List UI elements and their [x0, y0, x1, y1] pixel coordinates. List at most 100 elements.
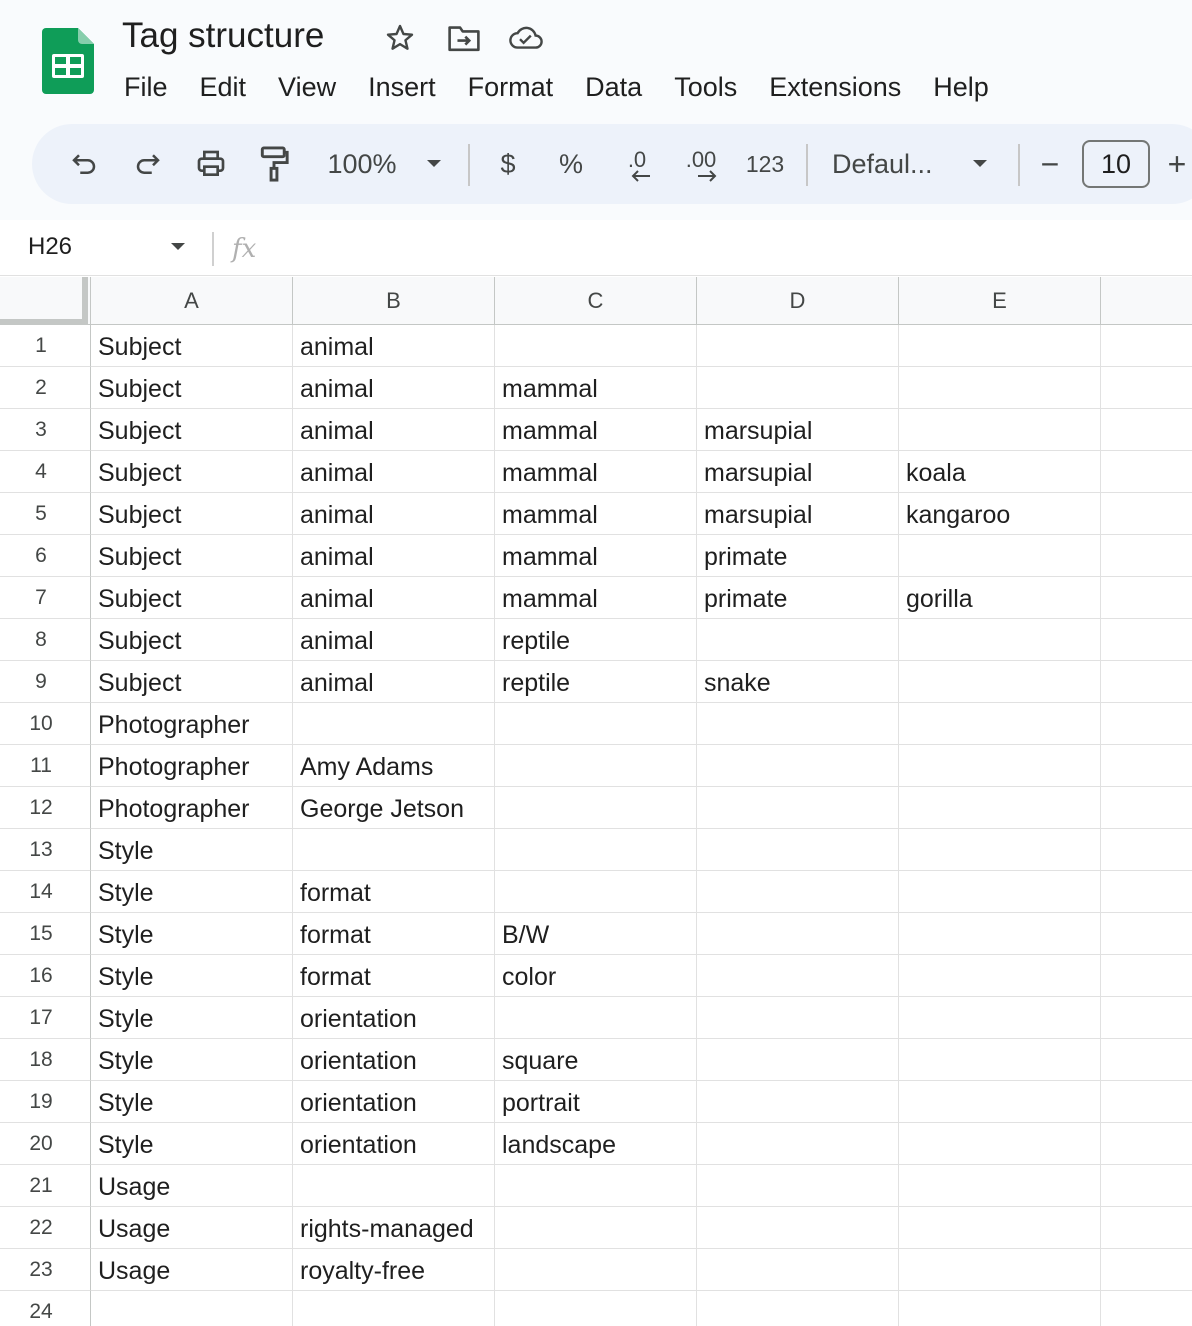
cell[interactable]	[1101, 493, 1192, 535]
cell[interactable]: Subject	[91, 577, 293, 619]
row-header[interactable]: 6	[0, 535, 91, 577]
cell[interactable]	[1101, 955, 1192, 997]
cell[interactable]	[293, 1165, 495, 1207]
cell[interactable]: snake	[697, 661, 899, 703]
row-header[interactable]: 22	[0, 1207, 91, 1249]
cell[interactable]	[899, 661, 1101, 703]
cell[interactable]	[697, 1039, 899, 1081]
row-header[interactable]: 17	[0, 997, 91, 1039]
cell[interactable]	[899, 535, 1101, 577]
cell[interactable]	[697, 829, 899, 871]
cell[interactable]: Style	[91, 1123, 293, 1165]
cell[interactable]	[1101, 1165, 1192, 1207]
cell[interactable]	[697, 1249, 899, 1291]
cell[interactable]	[1101, 829, 1192, 871]
cell[interactable]	[899, 955, 1101, 997]
cell[interactable]: Photographer	[91, 745, 293, 787]
cell[interactable]: Style	[91, 829, 293, 871]
select-all-corner[interactable]	[0, 277, 91, 325]
cell[interactable]	[697, 367, 899, 409]
cell[interactable]	[899, 829, 1101, 871]
move-to-folder-icon[interactable]	[446, 20, 482, 56]
column-header-b[interactable]: B	[293, 277, 495, 325]
cell[interactable]: reptile	[495, 619, 697, 661]
star-icon[interactable]	[382, 20, 418, 56]
cell[interactable]: gorilla	[899, 577, 1101, 619]
cell[interactable]	[697, 787, 899, 829]
row-header[interactable]: 14	[0, 871, 91, 913]
cell[interactable]: koala	[899, 451, 1101, 493]
cell[interactable]	[697, 745, 899, 787]
cell[interactable]: format	[293, 913, 495, 955]
row-header[interactable]: 18	[0, 1039, 91, 1081]
number-format-button[interactable]: 123	[742, 124, 788, 204]
row-header[interactable]: 2	[0, 367, 91, 409]
font-dropdown-icon[interactable]	[966, 124, 994, 204]
cell[interactable]	[697, 1165, 899, 1207]
cell[interactable]	[495, 1291, 697, 1326]
menu-format[interactable]: Format	[452, 66, 570, 108]
cell[interactable]: kangaroo	[899, 493, 1101, 535]
cell[interactable]: marsupial	[697, 409, 899, 451]
row-header[interactable]: 8	[0, 619, 91, 661]
cell[interactable]	[1101, 535, 1192, 577]
column-header-f[interactable]	[1101, 277, 1192, 325]
cell[interactable]: Style	[91, 955, 293, 997]
column-header-c[interactable]: C	[495, 277, 697, 325]
cell[interactable]: animal	[293, 535, 495, 577]
column-header-d[interactable]: D	[697, 277, 899, 325]
cell[interactable]	[1101, 787, 1192, 829]
cell[interactable]: color	[495, 955, 697, 997]
cell[interactable]: animal	[293, 493, 495, 535]
cell[interactable]	[697, 325, 899, 367]
cell[interactable]: Style	[91, 1081, 293, 1123]
cell[interactable]	[495, 1165, 697, 1207]
row-header[interactable]: 10	[0, 703, 91, 745]
cell[interactable]: royalty-free	[293, 1249, 495, 1291]
cell[interactable]	[697, 703, 899, 745]
document-title[interactable]: Tag structure	[122, 14, 324, 58]
cell[interactable]	[1101, 325, 1192, 367]
cell[interactable]	[1101, 577, 1192, 619]
cell[interactable]: Usage	[91, 1165, 293, 1207]
increase-decimal-button[interactable]: .00	[678, 124, 724, 204]
cell[interactable]	[91, 1291, 293, 1326]
cell[interactable]	[495, 997, 697, 1039]
row-header[interactable]: 24	[0, 1291, 91, 1326]
cell[interactable]	[697, 997, 899, 1039]
menu-data[interactable]: Data	[569, 66, 658, 108]
cell[interactable]: Subject	[91, 451, 293, 493]
cell[interactable]: orientation	[293, 1123, 495, 1165]
cell[interactable]: Subject	[91, 409, 293, 451]
cell[interactable]: orientation	[293, 1081, 495, 1123]
cell[interactable]: Usage	[91, 1207, 293, 1249]
menu-tools[interactable]: Tools	[658, 66, 753, 108]
cell[interactable]: animal	[293, 661, 495, 703]
cell[interactable]	[495, 1207, 697, 1249]
cell[interactable]: rights-managed	[293, 1207, 495, 1249]
cell[interactable]	[1101, 1081, 1192, 1123]
cell[interactable]: mammal	[495, 409, 697, 451]
cell[interactable]: marsupial	[697, 451, 899, 493]
cell[interactable]	[1101, 1291, 1192, 1326]
menu-view[interactable]: View	[262, 66, 352, 108]
cell[interactable]	[1101, 997, 1192, 1039]
row-header[interactable]: 15	[0, 913, 91, 955]
cell[interactable]	[697, 955, 899, 997]
undo-icon[interactable]	[62, 124, 106, 204]
cell[interactable]: landscape	[495, 1123, 697, 1165]
row-header[interactable]: 19	[0, 1081, 91, 1123]
font-size-input[interactable]: 10	[1082, 140, 1150, 188]
cell[interactable]: animal	[293, 325, 495, 367]
cell[interactable]	[1101, 619, 1192, 661]
cell[interactable]: Subject	[91, 367, 293, 409]
cell[interactable]	[899, 1207, 1101, 1249]
name-box[interactable]: H26	[28, 230, 72, 264]
cell[interactable]	[899, 1249, 1101, 1291]
cell[interactable]	[899, 871, 1101, 913]
cell[interactable]: Style	[91, 1039, 293, 1081]
cell[interactable]: mammal	[495, 535, 697, 577]
cell[interactable]	[495, 745, 697, 787]
cell[interactable]: primate	[697, 535, 899, 577]
cell[interactable]	[1101, 703, 1192, 745]
